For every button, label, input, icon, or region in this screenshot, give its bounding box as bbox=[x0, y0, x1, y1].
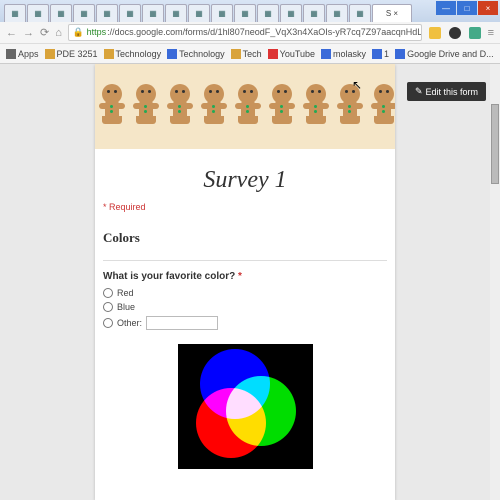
bookmark-item[interactable]: Google Drive and D... bbox=[395, 49, 494, 59]
browser-tab[interactable]: ▦ bbox=[73, 4, 95, 22]
nav-toolbar: ← → ⟳ ⌂ 🔒 https://docs.google.com/forms/… bbox=[0, 22, 500, 44]
browser-tab[interactable]: ▦ bbox=[4, 4, 26, 22]
required-asterisk: * bbox=[235, 271, 242, 282]
window-minimize[interactable]: — bbox=[436, 1, 456, 15]
radio-input[interactable] bbox=[103, 318, 113, 328]
option-label: Blue bbox=[117, 302, 135, 312]
pencil-icon: ✎ bbox=[415, 86, 423, 97]
radio-option-blue[interactable]: Blue bbox=[103, 302, 387, 312]
url-protocol: https bbox=[87, 27, 107, 37]
scrollbar-thumb[interactable] bbox=[491, 104, 499, 184]
forward-button[interactable]: → bbox=[23, 27, 34, 39]
bookmark-item[interactable]: 1 bbox=[372, 49, 389, 59]
menu-button[interactable]: ≡ bbox=[488, 27, 494, 39]
browser-tab[interactable]: ▦ bbox=[303, 4, 325, 22]
question-text: What is your favorite color? * bbox=[103, 271, 387, 282]
browser-tab[interactable]: ▦ bbox=[96, 4, 118, 22]
bookmark-label: Technology bbox=[179, 49, 225, 59]
bookmark-label: 1 bbox=[384, 49, 389, 59]
bookmark-label: Technology bbox=[116, 49, 162, 59]
section-heading: Colors bbox=[103, 230, 387, 246]
bookmark-item[interactable]: Technology bbox=[167, 49, 225, 59]
window-maximize[interactable]: □ bbox=[457, 1, 477, 15]
extension-icon[interactable] bbox=[469, 27, 481, 39]
option-label: Other: bbox=[117, 318, 142, 328]
home-button[interactable]: ⌂ bbox=[55, 27, 62, 39]
bookmark-item[interactable]: Technology bbox=[104, 49, 162, 59]
browser-tab[interactable]: ▦ bbox=[280, 4, 302, 22]
form-title: Survey 1 bbox=[103, 167, 387, 194]
browser-tab[interactable]: ▦ bbox=[119, 4, 141, 22]
radio-option-red[interactable]: Red bbox=[103, 288, 387, 298]
browser-tab[interactable]: ▦ bbox=[326, 4, 348, 22]
bookmark-item[interactable]: molasky bbox=[321, 49, 366, 59]
page-content: ✎ Edit this form Survey 1 * Required Col… bbox=[0, 64, 490, 500]
bookmark-apps[interactable]: Apps bbox=[6, 49, 39, 59]
red-circle bbox=[196, 388, 266, 458]
address-bar[interactable]: 🔒 https://docs.google.com/forms/d/1hl807… bbox=[68, 24, 422, 41]
bookmark-item[interactable]: PDE 3251 bbox=[45, 49, 98, 59]
bookmark-label: molasky bbox=[333, 49, 366, 59]
bookmark-label: PDE 3251 bbox=[57, 49, 98, 59]
reload-button[interactable]: ⟳ bbox=[40, 26, 49, 39]
lock-icon: 🔒 bbox=[73, 27, 84, 37]
browser-tab[interactable]: ▦ bbox=[234, 4, 256, 22]
url-text: ://docs.google.com/forms/d/1hl807neodF_V… bbox=[107, 27, 421, 37]
browser-tab[interactable]: ▦ bbox=[349, 4, 371, 22]
edit-form-label: Edit this form bbox=[425, 87, 478, 97]
edit-form-button[interactable]: ✎ Edit this form bbox=[407, 82, 486, 101]
form-banner bbox=[95, 64, 395, 149]
radio-input[interactable] bbox=[103, 288, 113, 298]
divider bbox=[103, 260, 387, 261]
bookmark-label: Google Drive and D... bbox=[407, 49, 494, 59]
extension-icon[interactable] bbox=[429, 27, 441, 39]
form-image bbox=[178, 344, 313, 469]
browser-tab[interactable]: ▦ bbox=[188, 4, 210, 22]
bookmarks-bar: Apps PDE 3251 Technology Technology Tech… bbox=[0, 44, 500, 64]
bookmark-item[interactable]: Tech bbox=[231, 49, 262, 59]
browser-tab[interactable]: ▦ bbox=[257, 4, 279, 22]
browser-tab[interactable]: ▦ bbox=[165, 4, 187, 22]
window-close[interactable]: × bbox=[478, 1, 498, 15]
bookmark-item[interactable]: YouTube bbox=[268, 49, 315, 59]
required-note: * Required bbox=[103, 202, 387, 212]
extension-icon[interactable] bbox=[449, 27, 461, 39]
bookmark-label: YouTube bbox=[280, 49, 315, 59]
option-label: Red bbox=[117, 288, 134, 298]
scrollbar[interactable] bbox=[490, 64, 500, 500]
back-button[interactable]: ← bbox=[6, 27, 17, 39]
browser-tab[interactable]: ▦ bbox=[211, 4, 233, 22]
other-text-input[interactable] bbox=[146, 316, 218, 330]
bookmark-label: Tech bbox=[243, 49, 262, 59]
browser-tab-active[interactable]: S × bbox=[372, 4, 412, 22]
radio-option-other[interactable]: Other: bbox=[103, 316, 387, 330]
browser-tab[interactable]: ▦ bbox=[27, 4, 49, 22]
tab-strip: ▦ ▦ ▦ ▦ ▦ ▦ ▦ ▦ ▦ ▦ ▦ ▦ ▦ ▦ ▦ ▦ S × bbox=[0, 0, 500, 22]
browser-tab[interactable]: ▦ bbox=[142, 4, 164, 22]
bookmark-label: Apps bbox=[18, 49, 39, 59]
radio-input[interactable] bbox=[103, 302, 113, 312]
browser-tab[interactable]: ▦ bbox=[50, 4, 72, 22]
google-form: Survey 1 * Required Colors What is your … bbox=[95, 64, 395, 500]
